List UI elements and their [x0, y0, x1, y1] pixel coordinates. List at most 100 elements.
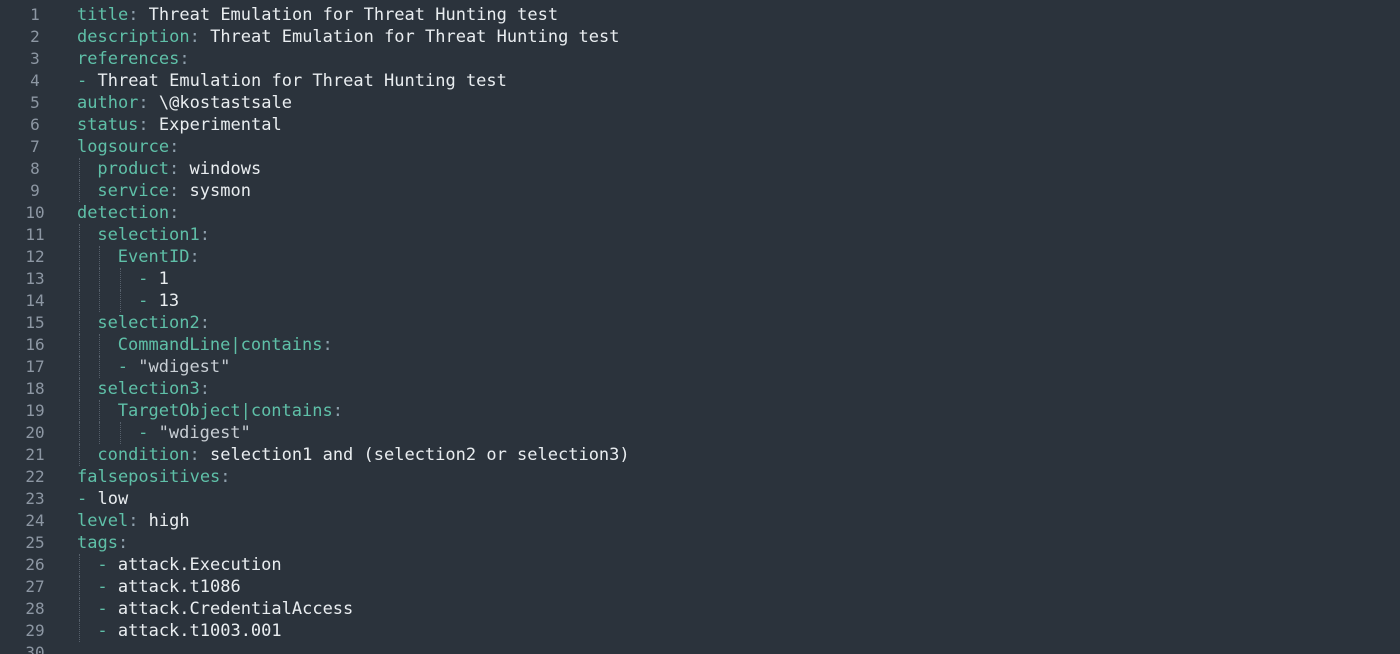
yaml-key: product [97, 159, 170, 179]
yaml-key: author [77, 93, 139, 113]
line-number: 17 [25, 357, 45, 376]
list-dash: - [97, 599, 118, 619]
line-number: 1 [30, 5, 40, 24]
code-line[interactable]: selection1: [77, 224, 1400, 246]
yaml-value: selection1 and (selection2 or selection3… [210, 445, 630, 465]
colon-punctuation: : [220, 467, 231, 487]
indent-guide [77, 620, 97, 642]
code-line[interactable]: - attack.t1003.001 [77, 620, 1400, 642]
line-number: 24 [25, 511, 45, 530]
indent-guide [97, 334, 117, 356]
code-line[interactable]: - "wdigest" [77, 356, 1400, 378]
line-number: 29 [25, 621, 45, 640]
code-line[interactable]: CommandLine|contains: [77, 334, 1400, 356]
colon-punctuation: : [117, 533, 129, 553]
indent-guide [97, 356, 117, 378]
indent-guide [77, 224, 97, 246]
indent-guide [97, 422, 117, 444]
code-line[interactable] [77, 642, 1400, 654]
line-number: 13 [25, 269, 45, 288]
code-line[interactable]: logsource: [77, 136, 1400, 158]
colon-punctuation: : [199, 225, 210, 245]
code-line[interactable]: selection2: [77, 312, 1400, 334]
yaml-value: Experimental [158, 115, 282, 135]
line-number: 3 [30, 49, 40, 68]
code-line[interactable]: references: [77, 48, 1400, 70]
code-line[interactable]: status: Experimental [77, 114, 1400, 136]
code-line[interactable]: - "wdigest" [77, 422, 1400, 444]
list-item-value: Threat Emulation for Threat Hunting test [97, 71, 507, 91]
code-line[interactable]: - low [77, 488, 1400, 510]
code-line[interactable]: - attack.CredentialAccess [77, 598, 1400, 620]
code-line[interactable]: tags: [77, 532, 1400, 554]
code-line[interactable]: selection3: [77, 378, 1400, 400]
indent-guide [77, 444, 97, 466]
colon-punctuation: : [179, 49, 190, 69]
code-line[interactable]: - 1 [77, 268, 1400, 290]
list-dash: - [97, 577, 118, 597]
code-line[interactable]: condition: selection1 and (selection2 or… [77, 444, 1400, 466]
code-line[interactable]: TargetObject|contains: [77, 400, 1400, 422]
yaml-key: references [77, 49, 180, 69]
indent-guide [77, 576, 97, 598]
indent-guide [97, 268, 117, 290]
list-dash: - [77, 489, 98, 509]
line-number: 27 [25, 577, 45, 596]
list-dash: - [138, 269, 159, 289]
indent-guide [77, 378, 97, 400]
yaml-value: Threat Emulation for Threat Hunting test [210, 27, 620, 47]
line-number: 4 [30, 71, 40, 90]
colon-punctuation: : [128, 5, 149, 25]
list-dash: - [117, 357, 139, 377]
code-line[interactable]: level: high [77, 510, 1400, 532]
list-dash: - [138, 423, 159, 443]
indent-guide [118, 422, 138, 444]
indent-guide [77, 268, 97, 290]
yaml-key: detection [77, 203, 170, 223]
yaml-value: \@kostastsale [158, 93, 292, 113]
code-line[interactable]: title: Threat Emulation for Threat Hunti… [77, 4, 1400, 26]
code-line[interactable]: - attack.Execution [77, 554, 1400, 576]
code-line[interactable]: - 13 [77, 290, 1400, 312]
colon-punctuation: : [169, 137, 180, 157]
yaml-value: high [148, 511, 190, 531]
code-line[interactable]: EventID: [77, 246, 1400, 268]
colon-punctuation: : [169, 203, 180, 223]
colon-punctuation: : [199, 313, 210, 333]
code-line[interactable]: author: \@kostastsale [77, 92, 1400, 114]
colon-punctuation: : [332, 401, 343, 421]
line-number: 25 [25, 533, 45, 552]
line-number: 21 [25, 445, 45, 464]
code-line[interactable]: product: windows [77, 158, 1400, 180]
indent-guide [77, 334, 97, 356]
yaml-key: service [97, 181, 170, 201]
list-item-value: attack.t1003.001 [117, 621, 282, 641]
line-number: 6 [30, 115, 40, 134]
indent-guide [77, 422, 97, 444]
code-line[interactable]: detection: [77, 202, 1400, 224]
yaml-key: EventID [117, 247, 190, 267]
code-editor[interactable]: 1 2 3 4 5 6 7 8 9 10 11 12 13 14 15 16 17 18 19 20 21 22 23 24 2… [0, 0, 1400, 654]
line-number: 16 [25, 335, 45, 354]
list-item-value: "wdigest" [158, 423, 251, 443]
yaml-key: selection2 [97, 313, 200, 333]
code-line[interactable]: falsepositives: [77, 466, 1400, 488]
line-number: 15 [25, 313, 45, 332]
colon-punctuation: : [128, 511, 149, 531]
code-line[interactable]: - attack.t1086 [77, 576, 1400, 598]
yaml-value: sysmon [189, 181, 251, 201]
line-number: 30 [25, 643, 45, 654]
yaml-key: status [77, 115, 139, 135]
indent-guide [77, 312, 97, 334]
indent-guide [97, 246, 117, 268]
code-area[interactable]: title: Threat Emulation for Threat Hunti… [77, 4, 1400, 654]
line-number: 10 [25, 203, 45, 222]
indent-guide [97, 290, 117, 312]
indent-guide [77, 180, 97, 202]
code-line[interactable]: description: Threat Emulation for Threat… [77, 26, 1400, 48]
list-item-value: 1 [158, 269, 169, 289]
line-number: 26 [25, 555, 45, 574]
code-line[interactable]: - Threat Emulation for Threat Hunting te… [77, 70, 1400, 92]
code-line[interactable]: service: sysmon [77, 180, 1400, 202]
yaml-key: selection3 [97, 379, 200, 399]
